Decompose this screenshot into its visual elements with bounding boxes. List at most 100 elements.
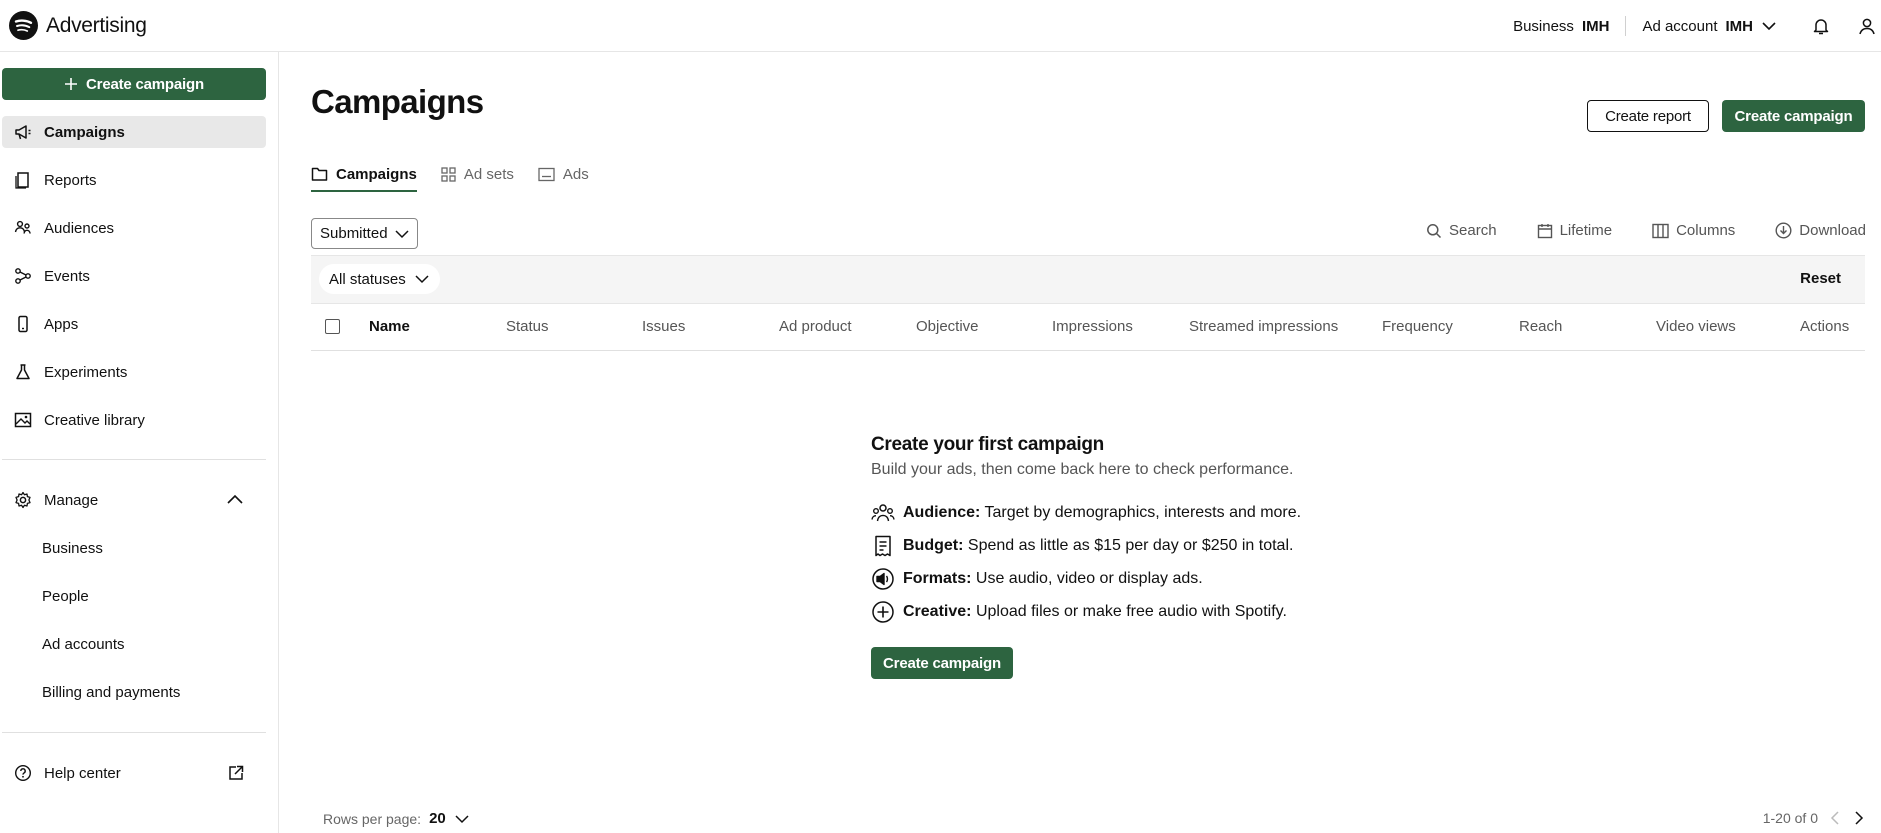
tool-label: Columns bbox=[1676, 222, 1736, 239]
brand[interactable]: Advertising bbox=[0, 11, 147, 40]
sidebar-item-label: Manage bbox=[44, 491, 99, 509]
sidebar-item-reports[interactable]: Reports bbox=[2, 164, 266, 196]
rows-per-page-value[interactable]: 20 bbox=[429, 810, 446, 827]
create-campaign-button[interactable]: Create campaign bbox=[1722, 100, 1865, 132]
chevron-down-icon[interactable] bbox=[454, 811, 470, 827]
app-title: Advertising bbox=[46, 13, 147, 37]
sidebar-subitem-business[interactable]: Business bbox=[42, 536, 103, 560]
sidebar-item-label: Apps bbox=[44, 315, 79, 333]
phone-icon bbox=[18, 315, 28, 333]
feature-label: Formats: bbox=[903, 569, 972, 587]
sidebar-create-campaign-button[interactable]: Create campaign bbox=[2, 68, 266, 100]
image-icon bbox=[14, 412, 32, 428]
chevron-down-icon bbox=[1762, 22, 1776, 31]
feature-formats: Formats: Use audio, video or display ads… bbox=[871, 562, 1301, 595]
sidebar-item-apps[interactable]: Apps bbox=[2, 308, 266, 340]
pagination-range: 1-20 of 0 bbox=[1762, 810, 1818, 826]
create-report-button[interactable]: Create report bbox=[1587, 100, 1709, 132]
rows-per-page-label: Rows per page: bbox=[323, 810, 422, 827]
audience-icon bbox=[871, 503, 895, 521]
plus-circle-icon bbox=[872, 600, 894, 623]
gear-icon bbox=[15, 491, 31, 509]
sidebar-item-creative-library[interactable]: Creative library bbox=[2, 404, 266, 436]
column-header-objective[interactable]: Objective bbox=[916, 318, 979, 335]
external-link-icon bbox=[229, 765, 244, 780]
sidebar-item-label: Reports bbox=[44, 171, 97, 189]
select-all-checkbox[interactable] bbox=[325, 319, 340, 334]
empty-state-title: Create your first campaign bbox=[871, 434, 1104, 455]
download-icon bbox=[1775, 222, 1792, 239]
ad-account-selector[interactable]: Ad account IMH bbox=[1642, 18, 1777, 35]
sidebar-divider bbox=[2, 459, 266, 460]
reset-button[interactable]: Reset bbox=[1800, 270, 1841, 287]
sidebar-item-label: Campaigns bbox=[44, 123, 125, 141]
feature-label: Budget: bbox=[903, 536, 964, 554]
sidebar-item-manage[interactable]: Manage bbox=[2, 484, 266, 516]
business-selector[interactable]: Business IMH bbox=[1513, 18, 1609, 35]
column-header-video-views[interactable]: Video views bbox=[1656, 318, 1736, 335]
calendar-icon bbox=[1537, 223, 1552, 238]
rows-per-page: Rows per page: 20 bbox=[323, 810, 470, 827]
chevron-right-icon[interactable] bbox=[1852, 810, 1866, 826]
status-filter-select[interactable]: All statuses bbox=[319, 264, 440, 294]
filter-value: Submitted bbox=[320, 225, 388, 242]
sidebar-item-events[interactable]: Events bbox=[2, 260, 266, 292]
column-header-ad-product[interactable]: Ad product bbox=[779, 318, 852, 335]
feature-text: Upload files or make free audio with Spo… bbox=[975, 602, 1287, 620]
columns-button[interactable]: Columns bbox=[1652, 222, 1735, 239]
status-filter-value: All statuses bbox=[329, 270, 406, 288]
business-value: IMH bbox=[1581, 17, 1610, 35]
column-header-frequency[interactable]: Frequency bbox=[1382, 318, 1453, 335]
ad-icon bbox=[538, 167, 555, 181]
status-filter-bar: All statuses Reset bbox=[311, 255, 1865, 303]
tab-ads[interactable]: Ads bbox=[538, 160, 589, 188]
chevron-left-icon[interactable] bbox=[1828, 810, 1842, 826]
column-header-name[interactable]: Name bbox=[369, 318, 410, 335]
feature-text: Use audio, video or display ads. bbox=[975, 569, 1203, 587]
sidebar-item-help-center[interactable]: Help center bbox=[2, 757, 266, 789]
table-header: Name Status Issues Ad product Objective … bbox=[311, 303, 1865, 351]
sidebar-item-label: Events bbox=[44, 267, 90, 285]
sidebar-item-label: Audiences bbox=[44, 219, 115, 237]
profile-button[interactable] bbox=[1855, 14, 1879, 38]
bell-icon bbox=[1813, 19, 1829, 35]
tab-label: Ads bbox=[562, 165, 589, 183]
notifications-button[interactable] bbox=[1809, 14, 1833, 38]
page-title: Campaigns bbox=[311, 83, 484, 120]
flask-icon bbox=[16, 364, 30, 380]
column-header-streamed-impressions[interactable]: Streamed impressions bbox=[1189, 318, 1338, 335]
column-header-impressions[interactable]: Impressions bbox=[1052, 318, 1133, 335]
sidebar-divider bbox=[2, 732, 266, 733]
tool-label: Lifetime bbox=[1559, 222, 1613, 239]
empty-state-create-campaign-button[interactable]: Create campaign bbox=[871, 647, 1013, 679]
sidebar-create-label: Create campaign bbox=[86, 75, 204, 93]
empty-state: Create your first campaign Build your ad… bbox=[871, 434, 1301, 679]
search-button[interactable]: Search bbox=[1426, 222, 1497, 239]
submission-filter-select[interactable]: Submitted bbox=[311, 218, 418, 249]
feature-label: Audience: bbox=[903, 503, 981, 521]
sidebar-subitem-billing[interactable]: Billing and payments bbox=[42, 680, 180, 704]
help-icon bbox=[14, 764, 32, 782]
feature-budget: Budget: Spend as little as $15 per day o… bbox=[871, 529, 1301, 562]
sidebar-item-audiences[interactable]: Audiences bbox=[2, 212, 266, 244]
sidebar: Create campaign Campaigns Reports Audien… bbox=[0, 52, 279, 833]
ad-account-label: Ad account bbox=[1642, 17, 1718, 35]
sidebar-item-experiments[interactable]: Experiments bbox=[2, 356, 266, 388]
main-content: Campaigns Create report Create campaign … bbox=[280, 52, 1881, 833]
column-header-reach[interactable]: Reach bbox=[1519, 318, 1562, 335]
sidebar-subitem-people[interactable]: People bbox=[42, 584, 89, 608]
download-button[interactable]: Download bbox=[1775, 222, 1866, 239]
business-label: Business bbox=[1513, 17, 1574, 35]
tab-ad-sets[interactable]: Ad sets bbox=[441, 160, 514, 188]
table-tools: Search Lifetime Columns Download bbox=[1426, 222, 1866, 239]
sidebar-subitem-ad-accounts[interactable]: Ad accounts bbox=[42, 632, 125, 656]
receipt-icon bbox=[875, 535, 891, 556]
lifetime-button[interactable]: Lifetime bbox=[1537, 222, 1613, 239]
tab-campaigns[interactable]: Campaigns bbox=[311, 160, 417, 192]
column-header-issues[interactable]: Issues bbox=[642, 318, 685, 335]
speaker-icon bbox=[872, 567, 894, 590]
sidebar-item-campaigns[interactable]: Campaigns bbox=[2, 116, 266, 148]
sidebar-item-label: Help center bbox=[44, 764, 121, 782]
chevron-down-icon bbox=[415, 275, 429, 284]
column-header-status[interactable]: Status bbox=[506, 318, 549, 335]
